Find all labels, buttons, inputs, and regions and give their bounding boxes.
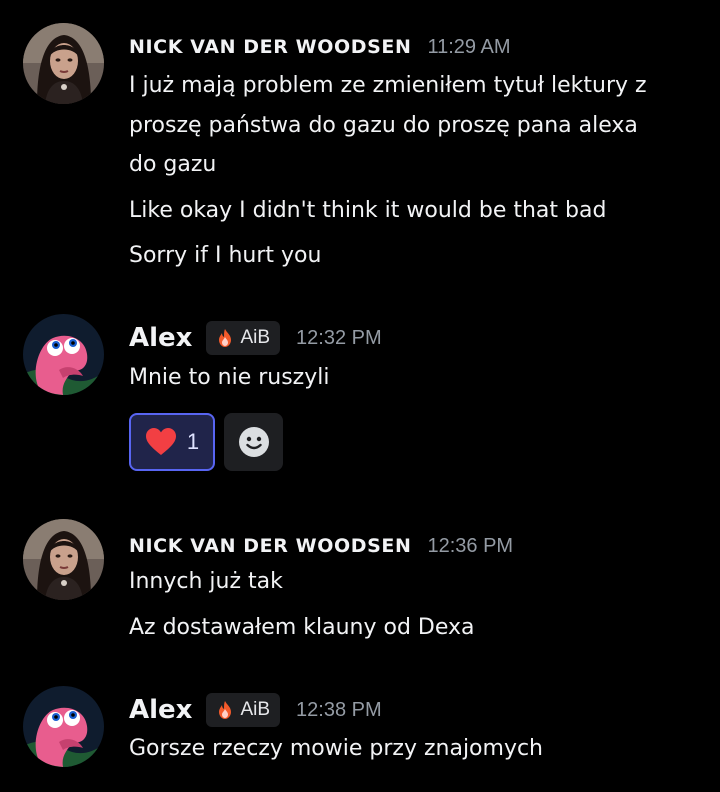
reaction-heart[interactable]: 1 — [129, 413, 215, 471]
avatar[interactable] — [23, 519, 104, 600]
username[interactable]: NICK VAN DER WOODSEN — [129, 36, 411, 58]
fire-icon — [214, 699, 236, 721]
username[interactable]: Alex — [129, 323, 192, 353]
timestamp: 11:29 AM — [427, 35, 511, 58]
message-header: NICK VAN DER WOODSEN 12:36 PM — [129, 533, 513, 559]
server-tag-label: AiB — [240, 327, 271, 348]
message-text: Mnie to nie ruszyli — [129, 365, 330, 390]
message-text: Innych już tak — [129, 569, 283, 594]
server-tag[interactable]: AiB — [206, 321, 281, 355]
username[interactable]: Alex — [129, 695, 192, 725]
avatar[interactable] — [23, 686, 104, 767]
message-text: Sorry if I hurt you — [129, 243, 322, 268]
timestamp: 12:32 PM — [296, 326, 382, 349]
message-text: Like okay I didn't think it would be tha… — [129, 198, 607, 223]
timestamp: 12:38 PM — [296, 698, 382, 721]
avatar[interactable] — [23, 314, 104, 395]
message-text: I już mają problem ze zmieniłem tytuł le… — [129, 73, 647, 98]
username[interactable]: NICK VAN DER WOODSEN — [129, 535, 411, 557]
timestamp: 12:36 PM — [427, 534, 514, 557]
message-text: do gazu — [129, 152, 217, 177]
avatar[interactable] — [23, 23, 104, 104]
message-header: NICK VAN DER WOODSEN 11:29 AM — [129, 34, 511, 60]
message-header: Alex AiB 12:38 PM — [129, 692, 382, 728]
server-tag[interactable]: AiB — [206, 693, 281, 727]
message-text: Gorsze rzeczy mowie przy znajomych — [129, 736, 544, 761]
heart-icon — [145, 428, 176, 455]
message-header: Alex AiB 12:32 PM — [129, 320, 382, 356]
reaction-count: 1 — [186, 429, 200, 454]
server-tag-label: AiB — [240, 699, 271, 720]
fire-icon — [214, 327, 236, 349]
message-text: Az dostawałem klauny od Dexa — [129, 615, 475, 640]
add-reaction-button[interactable] — [224, 413, 283, 471]
message-text: proszę państwa do gazu do proszę pana al… — [129, 113, 638, 138]
smiley-icon — [238, 427, 269, 457]
